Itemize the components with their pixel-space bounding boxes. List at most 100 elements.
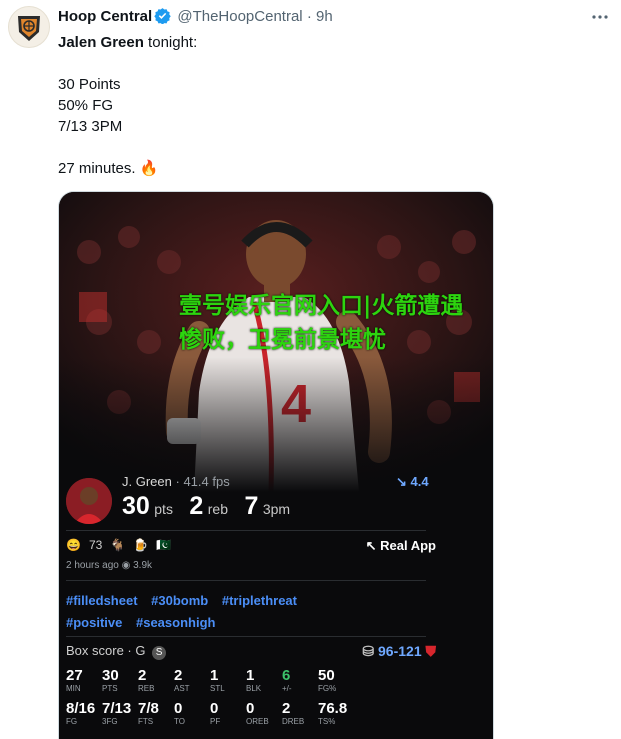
tweet: Hoop Central @TheHoopCentral · 9h Jalen … [0, 0, 621, 739]
stat-label: DREB [282, 717, 305, 726]
stat-value: 1 [210, 667, 219, 684]
stat-cell: 50 FG% [318, 667, 352, 693]
hoop-central-logo-icon [18, 16, 40, 41]
stat-cell: 7/8 FTS [138, 700, 172, 726]
box-score-row-1: 27 MIN 30 PTS 2 REB 2 AST 1 STL 1 BLK 6 +/- 50 F… [66, 667, 366, 693]
box-score-final: ⛁ 96-121 ⛊ [362, 643, 436, 660]
card-fps: 41.4 fps [183, 474, 230, 489]
stat-value: 2 [174, 667, 183, 684]
stat-label: MIN [66, 684, 81, 693]
grin-emoji-icon: 😄 [66, 538, 81, 552]
stat-label: TS% [318, 717, 336, 726]
card-3pm-label: 3pm [262, 501, 291, 517]
eye-icon: ◉ [121, 560, 131, 571]
tweet-text: Jalen Green tonight: 30 Points 50% FG 7/… [58, 32, 197, 179]
stat-cell: 1 BLK [246, 667, 280, 693]
box-score-row-2: 8/16 FG 7/13 3FG 7/8 FTS 0 TO 0 PF 0 OREB 2 DRE… [66, 700, 366, 726]
tweet-timestamp[interactable]: 9h [316, 8, 333, 25]
stat-value: 76.8 [318, 700, 348, 717]
stat-cell: 1 STL [210, 667, 244, 693]
box-score-divider [66, 636, 426, 637]
box-score-title: Box score · G [66, 643, 146, 658]
player-name: Jalen Green [58, 34, 144, 51]
stat-value: 2 [138, 667, 147, 684]
more-horizontal-icon[interactable] [591, 8, 609, 31]
stat-label: STL [210, 684, 225, 693]
author-avatar[interactable] [8, 6, 50, 48]
stat-cell: 8/16 FG [66, 700, 100, 726]
real-app-link[interactable]: ↖ Real App [366, 538, 436, 554]
stat-label: +/- [282, 684, 292, 693]
stat-cell: 2 REB [138, 667, 172, 693]
view-count: 3.9k [133, 560, 153, 571]
stat-value: 50 [318, 667, 335, 684]
card-pts-label: pts [154, 501, 173, 517]
hashtags: #filledsheet #30bomb #triplethreat #posi… [66, 590, 366, 634]
hashtag[interactable]: #filledsheet [66, 593, 138, 608]
stat-value: 30 [102, 667, 119, 684]
stat-label: BLK [246, 684, 262, 693]
hashtag[interactable]: #seasonhigh [136, 615, 215, 630]
header-separator: · [306, 8, 312, 25]
post-meta: 2 hours ago ◉ 3.9k [66, 560, 152, 571]
author-handle[interactable]: @TheHoopCentral [177, 8, 302, 25]
stat-cell: 30 PTS [102, 667, 136, 693]
tweet-stat-minutes: 27 minutes. 🔥 [58, 160, 159, 177]
card-rank: ↘ 4.4 [396, 474, 429, 490]
real-app-logo-icon: ↖ [365, 538, 377, 553]
player-avatar [66, 478, 112, 524]
stat-cell: 2 AST [174, 667, 208, 693]
stat-cell: 0 OREB [246, 700, 280, 726]
tweet-stat-points: 30 Points [58, 76, 121, 93]
stat-cell: 0 PF [210, 700, 244, 726]
card-reb-label: reb [207, 501, 228, 517]
card-player-name: J. Green [122, 474, 172, 489]
stat-label: AST [174, 684, 190, 693]
watermark-overlay-text: 壹号娱乐官网入口|火箭遭遇惨败，卫冕前景堪忧 [179, 293, 464, 353]
card-reb: 2 [189, 492, 204, 520]
stat-label: REB [138, 684, 155, 693]
stat-value: 1 [246, 667, 255, 684]
stat-value: 0 [210, 700, 219, 717]
card-player-line: J. Green · 41.4 fps [122, 474, 230, 489]
stat-cell: 7/13 3FG [102, 700, 136, 726]
tweet-stat-3pm: 7/13 3PM [58, 118, 123, 135]
author-name[interactable]: Hoop Central [58, 8, 152, 25]
stat-cell: 76.8 TS% [318, 700, 352, 726]
hashtag[interactable]: #30bomb [151, 593, 208, 608]
stat-label: FTS [138, 717, 154, 726]
stat-value: 6 [282, 667, 291, 684]
beer-emoji-icon: 🍺 [133, 538, 149, 552]
reaction-count: 73 [88, 538, 103, 552]
rank-arrow-icon: ↘ [396, 474, 407, 489]
hashtag[interactable]: #positive [66, 615, 122, 630]
card-divider [66, 530, 426, 531]
stat-label: TO [174, 717, 185, 726]
reactions-row: 😄 73 🐐 🍺 🇵🇰 ↖ Real App [66, 538, 436, 554]
flag-emoji-icon: 🇵🇰 [156, 538, 172, 552]
verified-badge-icon [154, 7, 171, 30]
tweet-header: Hoop Central @TheHoopCentral · 9h [58, 7, 333, 30]
tweet-line-intro: Jalen Green tonight: [58, 32, 197, 53]
card-statline: 30 pts 2 reb 7 3pm [122, 492, 302, 521]
stat-label: FG% [318, 684, 337, 693]
stat-value: 0 [174, 700, 183, 717]
card-separator: · [175, 474, 180, 489]
rockets-logo-icon: ⛊ [425, 643, 437, 659]
box-score-badge: S [152, 646, 167, 660]
stat-cell: 2 DREB [282, 700, 316, 726]
stat-value: 0 [246, 700, 255, 717]
stat-label: PF [210, 717, 221, 726]
hashtag[interactable]: #triplethreat [222, 593, 297, 608]
tweet-stat-fg: 50% FG [58, 97, 114, 114]
real-app-label: Real App [380, 538, 436, 553]
card-pts: 30 [122, 492, 150, 520]
stat-cell: 27 MIN [66, 667, 100, 693]
stat-value: 7/8 [138, 700, 159, 717]
stat-cell: 0 TO [174, 700, 208, 726]
stat-label: FG [66, 717, 78, 726]
post-age: 2 hours ago [66, 560, 119, 571]
stat-label: OREB [246, 717, 269, 726]
stat-label: 3FG [102, 717, 118, 726]
tweet-line-intro-rest: tonight: [143, 34, 198, 51]
